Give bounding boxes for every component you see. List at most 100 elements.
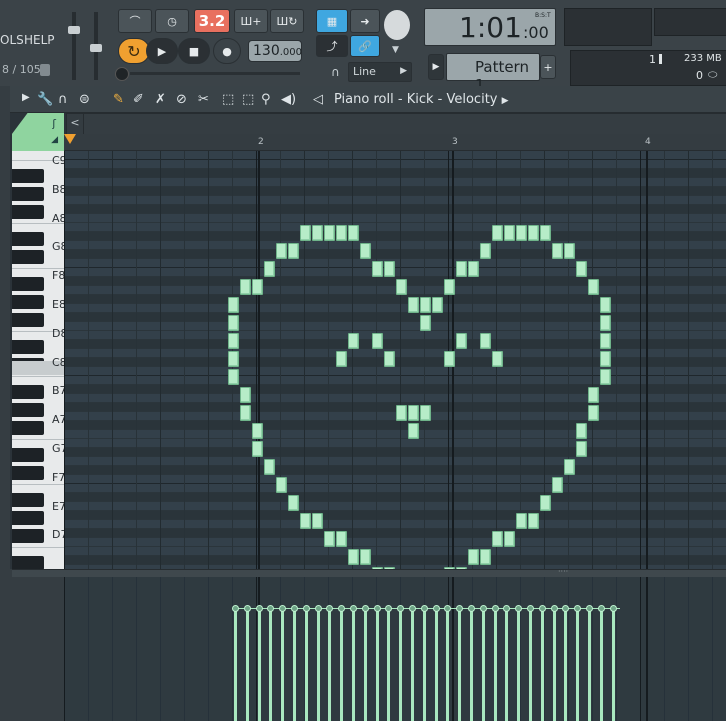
note[interactable] — [348, 549, 359, 565]
velocity-bar[interactable] — [470, 609, 473, 721]
note[interactable] — [468, 261, 479, 277]
velocity-handle[interactable] — [350, 605, 357, 612]
note[interactable] — [372, 261, 383, 277]
velocity-handle[interactable] — [550, 605, 558, 612]
velocity-handle[interactable] — [361, 605, 369, 612]
note[interactable] — [600, 351, 611, 367]
metronome-button[interactable]: ⌒ — [118, 9, 152, 33]
note[interactable] — [420, 315, 431, 331]
velocity-handle[interactable] — [338, 605, 346, 612]
velocity-bar[interactable] — [387, 609, 391, 721]
note[interactable] — [528, 513, 539, 529]
note[interactable] — [312, 225, 323, 241]
velocity-handle[interactable] — [385, 605, 393, 612]
note[interactable] — [228, 333, 239, 349]
velocity-handle[interactable] — [597, 605, 605, 612]
velocity-handle[interactable] — [302, 605, 310, 612]
note[interactable] — [336, 225, 347, 241]
velocity-bar[interactable] — [293, 609, 296, 721]
note[interactable] — [396, 279, 407, 295]
zoom-lens-icon[interactable]: ⚲ — [261, 92, 271, 107]
velocity-handle[interactable] — [326, 605, 334, 612]
master-volume-slider[interactable] — [68, 12, 80, 80]
link-button[interactable]: 🔗 — [350, 35, 380, 57]
note[interactable] — [336, 351, 347, 367]
note[interactable] — [492, 531, 503, 547]
note[interactable] — [408, 405, 419, 421]
note[interactable] — [480, 243, 491, 259]
toolbar-title[interactable]: Piano roll - Kick - Velocity ▶ — [334, 92, 509, 107]
note[interactable] — [276, 477, 287, 493]
note[interactable] — [384, 351, 395, 367]
event-editor[interactable] — [64, 577, 726, 721]
note[interactable] — [456, 333, 467, 349]
velocity-bar[interactable] — [517, 609, 521, 721]
note[interactable] — [324, 225, 335, 241]
note[interactable] — [276, 243, 287, 259]
note[interactable] — [240, 279, 251, 295]
velocity-bar[interactable] — [304, 609, 308, 721]
note[interactable] — [264, 459, 275, 475]
swing-knob[interactable] — [115, 67, 129, 81]
velocity-handle[interactable] — [314, 605, 322, 612]
velocity-handle[interactable] — [409, 605, 416, 612]
note[interactable] — [516, 225, 527, 241]
velocity-handle[interactable] — [397, 605, 405, 612]
velocity-handle[interactable] — [255, 605, 263, 612]
note[interactable] — [504, 531, 515, 547]
note[interactable] — [552, 477, 563, 493]
black-key[interactable] — [12, 529, 44, 543]
note[interactable] — [384, 261, 395, 277]
velocity-bar[interactable] — [505, 609, 509, 721]
zoom-icon[interactable]: ⬚ — [242, 92, 254, 107]
playback-icon[interactable]: ◀) — [281, 92, 296, 107]
note[interactable] — [348, 333, 359, 349]
wrench-icon[interactable]: 🔧 — [37, 92, 53, 107]
note[interactable] — [432, 297, 443, 313]
velocity-bar[interactable] — [576, 609, 580, 721]
velocity-bar[interactable] — [269, 609, 273, 721]
note[interactable] — [480, 549, 491, 565]
note[interactable] — [600, 315, 611, 331]
velocity-handle[interactable] — [243, 605, 251, 612]
slice-icon[interactable]: ✂ — [198, 92, 209, 107]
black-key[interactable] — [12, 511, 44, 525]
playhead-marker[interactable] — [64, 134, 76, 144]
velocity-handle[interactable] — [491, 605, 499, 612]
pattern-song-button[interactable]: 3.2 — [194, 9, 230, 33]
note[interactable] — [372, 333, 383, 349]
note[interactable] — [420, 297, 431, 313]
note[interactable] — [492, 225, 503, 241]
slider-handle[interactable] — [68, 26, 80, 34]
note[interactable] — [228, 369, 239, 385]
note[interactable] — [456, 261, 467, 277]
black-key[interactable] — [12, 169, 44, 183]
note[interactable] — [576, 441, 587, 457]
note[interactable] — [300, 513, 311, 529]
note[interactable] — [360, 549, 371, 565]
pattern-add-button[interactable]: + — [540, 55, 556, 79]
velocity-bar[interactable] — [328, 609, 332, 721]
note[interactable] — [444, 351, 455, 367]
note[interactable] — [228, 297, 239, 313]
note[interactable] — [252, 279, 263, 295]
mute-icon[interactable]: ⊘ — [176, 92, 187, 107]
menu-help[interactable]: HELP — [24, 33, 55, 47]
velocity-bar[interactable] — [611, 609, 615, 721]
velocity-handle[interactable] — [527, 605, 534, 612]
velocity-bar[interactable] — [363, 609, 367, 721]
velocity-handle[interactable] — [291, 605, 298, 612]
record-button[interactable]: ● — [213, 38, 241, 64]
note[interactable] — [564, 459, 575, 475]
velocity-bar[interactable] — [599, 609, 603, 721]
note[interactable] — [300, 225, 311, 241]
velocity-handle[interactable] — [456, 605, 464, 612]
note[interactable] — [480, 333, 491, 349]
velocity-bar[interactable] — [375, 609, 379, 721]
velocity-handle[interactable] — [515, 605, 523, 612]
step-edit-button[interactable]: Ш+ — [234, 9, 268, 33]
pattern-prev-button[interactable]: ▶ — [428, 54, 444, 80]
velocity-bar[interactable] — [399, 609, 403, 721]
velocity-handle[interactable] — [420, 605, 428, 612]
note[interactable] — [600, 333, 611, 349]
